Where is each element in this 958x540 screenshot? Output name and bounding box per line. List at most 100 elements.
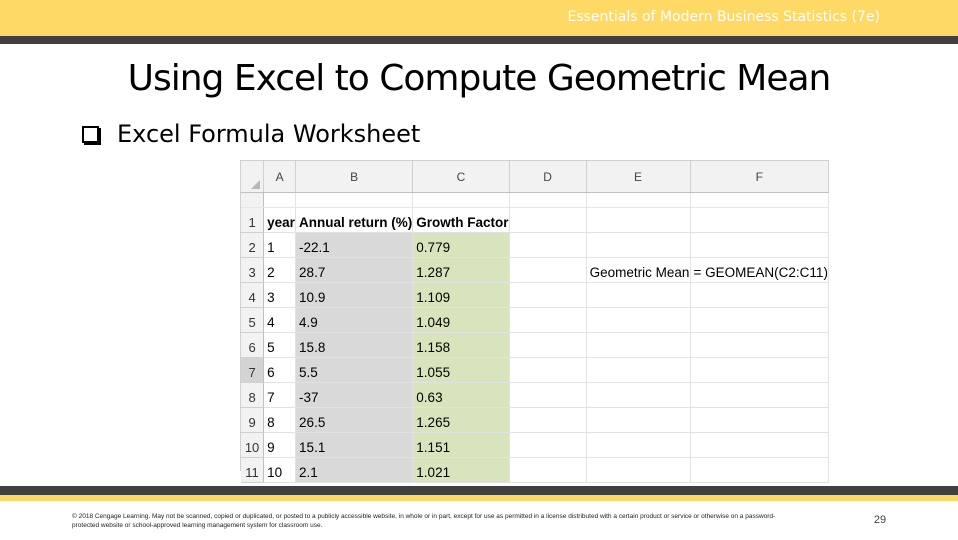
cell-a6[interactable]: 5	[263, 332, 297, 358]
copyright-notice: © 2018 Cengage Learning. May not be scan…	[72, 513, 776, 529]
cell-b11[interactable]: 2.1	[295, 457, 414, 483]
cell-c8[interactable]: 0.63	[412, 382, 510, 408]
cell-e5[interactable]	[586, 307, 691, 333]
cell-b3[interactable]: 28.7	[295, 257, 414, 283]
worksheet-grid: A B C D E F 1 year Annual return (%) Gro…	[241, 161, 830, 483]
row-header[interactable]: 11	[241, 457, 265, 483]
cell-b10[interactable]: 15.1	[295, 432, 414, 458]
table-row: 8 7 -37 0.63	[241, 382, 830, 408]
cell-c4[interactable]: 1.109	[412, 282, 510, 308]
column-header-c[interactable]: C	[412, 161, 510, 193]
column-header-b[interactable]: B	[295, 161, 414, 193]
table-row: 7 6 5.5 1.055	[241, 357, 830, 383]
row-header[interactable]: 9	[241, 407, 265, 433]
cell-a8[interactable]: 7	[263, 382, 297, 408]
bullet-text: Excel Formula Worksheet	[117, 120, 421, 148]
cell-f11[interactable]	[690, 457, 830, 483]
cell-c7[interactable]: 1.055	[412, 357, 510, 383]
cell-e3[interactable]: Geometric Mean	[586, 257, 691, 283]
column-header-d[interactable]: D	[509, 161, 587, 193]
cell-d6[interactable]	[509, 332, 587, 358]
cell-d10[interactable]	[509, 432, 587, 458]
cell-a4[interactable]: 3	[263, 282, 297, 308]
cell-b5[interactable]: 4.9	[295, 307, 414, 333]
cell-d1[interactable]	[509, 207, 587, 233]
cell-c11[interactable]: 1.021	[412, 457, 510, 483]
row-header[interactable]: 2	[241, 232, 265, 258]
cell-f10[interactable]	[690, 432, 830, 458]
row-header[interactable]: 8	[241, 382, 265, 408]
row-header[interactable]: 7	[241, 357, 265, 383]
row-header[interactable]: 5	[241, 307, 265, 333]
cell-f2[interactable]	[690, 232, 830, 258]
cell-f5[interactable]	[690, 307, 830, 333]
cell-c5[interactable]: 1.049	[412, 307, 510, 333]
cell-e10[interactable]	[586, 432, 691, 458]
cell-d2[interactable]	[509, 232, 587, 258]
row-header[interactable]: 4	[241, 282, 265, 308]
column-header-e[interactable]: E	[586, 161, 691, 193]
cell-c1[interactable]: Growth Factor	[412, 207, 510, 233]
cell-d11[interactable]	[509, 457, 587, 483]
cell-e7[interactable]	[586, 357, 691, 383]
cell-c6[interactable]: 1.158	[412, 332, 510, 358]
column-header-a[interactable]: A	[263, 161, 297, 193]
select-all-icon	[251, 180, 261, 189]
cell-e9[interactable]	[586, 407, 691, 433]
column-header-f[interactable]: F	[690, 161, 830, 193]
cell-d7[interactable]	[509, 357, 587, 383]
cell-a9[interactable]: 8	[263, 407, 297, 433]
footer-band	[0, 495, 958, 501]
cell-f4[interactable]	[690, 282, 830, 308]
table-row: 5 4 4.9 1.049	[241, 307, 830, 333]
cell-b1[interactable]: Annual return (%)	[295, 207, 414, 233]
cell-e2[interactable]	[586, 232, 691, 258]
cell-c10[interactable]: 1.151	[412, 432, 510, 458]
cell-f3[interactable]: = GEOMEAN(C2:C11)	[690, 257, 830, 283]
cell-e1[interactable]	[586, 207, 691, 233]
cell-a10[interactable]: 9	[263, 432, 297, 458]
cell-b2[interactable]: -22.1	[295, 232, 414, 258]
cell-a2[interactable]: 1	[263, 232, 297, 258]
cell-b6[interactable]: 15.8	[295, 332, 414, 358]
cell-d8[interactable]	[509, 382, 587, 408]
cell-d9[interactable]	[509, 407, 587, 433]
column-header-row: A B C D E F	[241, 161, 830, 193]
cell-e6[interactable]	[586, 332, 691, 358]
cell-b8[interactable]: -37	[295, 382, 414, 408]
cell-f1[interactable]	[690, 207, 830, 233]
cell-e11[interactable]	[586, 457, 691, 483]
table-row: 10 9 15.1 1.151	[241, 432, 830, 458]
cell-a5[interactable]: 4	[263, 307, 297, 333]
row-header[interactable]: 10	[241, 432, 265, 458]
row-header[interactable]: 6	[241, 332, 265, 358]
table-row: 11 10 2.1 1.021	[241, 457, 830, 483]
row-header[interactable]: 1	[241, 207, 265, 233]
table-row: 1 year Annual return (%) Growth Factor	[241, 207, 830, 233]
cell-a1[interactable]: year	[263, 207, 297, 233]
excel-worksheet: A B C D E F 1 year Annual return (%) Gro…	[240, 160, 830, 483]
header-rule	[0, 36, 958, 44]
cell-e4[interactable]	[586, 282, 691, 308]
select-all-corner[interactable]	[241, 161, 265, 193]
table-row: 6 5 15.8 1.158	[241, 332, 830, 358]
cell-b9[interactable]: 26.5	[295, 407, 414, 433]
cell-a11[interactable]: 10	[263, 457, 297, 483]
cell-d4[interactable]	[509, 282, 587, 308]
cell-a3[interactable]: 2	[263, 257, 297, 283]
cell-f7[interactable]	[690, 357, 830, 383]
cell-d5[interactable]	[509, 307, 587, 333]
cell-e8[interactable]	[586, 382, 691, 408]
cell-c2[interactable]: 0.779	[412, 232, 510, 258]
cell-c3[interactable]: 1.287	[412, 257, 510, 283]
cell-d3[interactable]	[509, 257, 587, 283]
footer-rule	[0, 486, 958, 495]
cell-c9[interactable]: 1.265	[412, 407, 510, 433]
row-header[interactable]: 3	[241, 257, 265, 283]
cell-f6[interactable]	[690, 332, 830, 358]
cell-b4[interactable]: 10.9	[295, 282, 414, 308]
cell-b7[interactable]: 5.5	[295, 357, 414, 383]
cell-f9[interactable]	[690, 407, 830, 433]
cell-a7[interactable]: 6	[263, 357, 297, 383]
cell-f8[interactable]	[690, 382, 830, 408]
